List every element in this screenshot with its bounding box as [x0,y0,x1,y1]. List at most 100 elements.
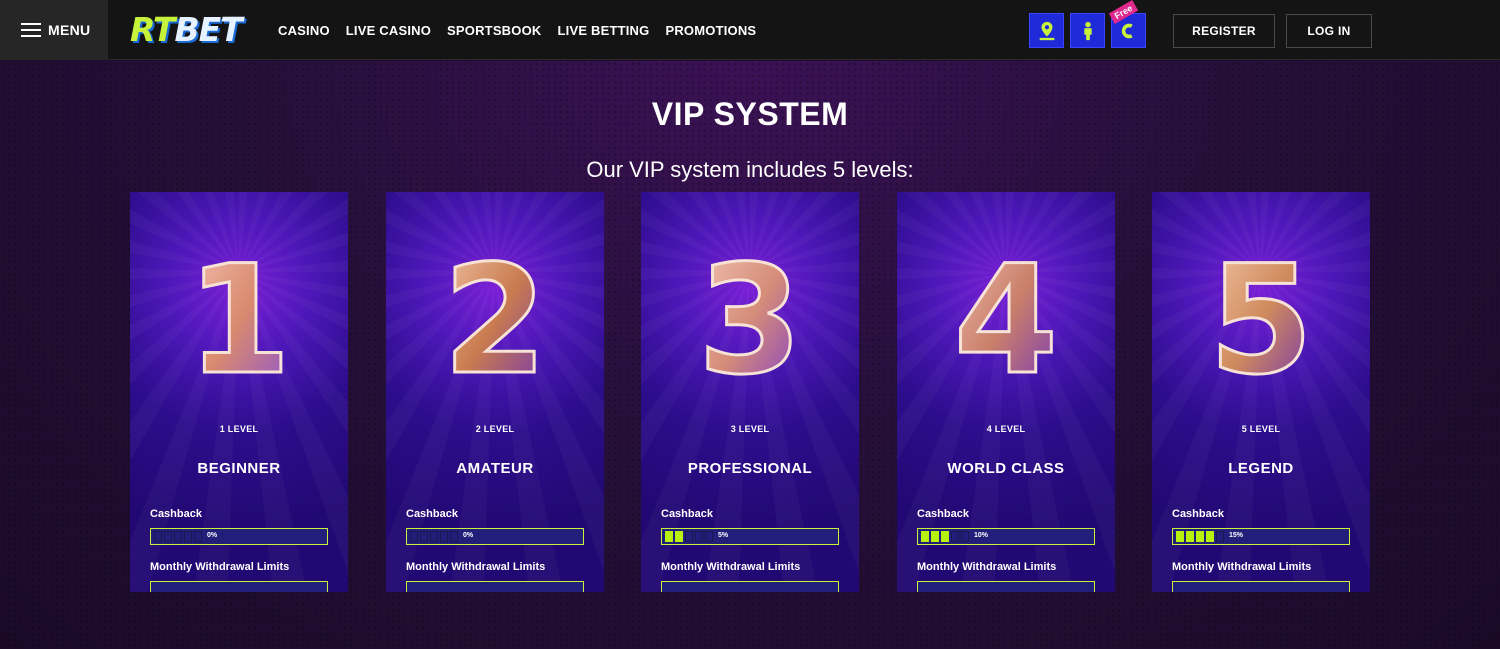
cashback-label: Cashback [917,508,969,520]
progress-segment [184,531,192,542]
progress-segment [665,531,673,542]
progress-segment [1206,531,1214,542]
menu-label: MENU [48,22,91,38]
vip-level-card: 1 1 LEVEL BEGINNER Cashback 0% Monthly Withdr… [130,192,348,592]
nav-live-casino[interactable]: LIVE CASINO [346,23,431,38]
withdrawal-label: Monthly Withdrawal Limits [661,561,801,573]
progress-segment [1216,531,1224,542]
cashback-value: 10% [974,532,989,539]
balloon-number-icon: 1 [185,244,292,394]
page-subtitle: Our VIP system includes 5 levels: [586,157,914,182]
level-name: BEGINNER [197,460,281,477]
person-icon [1083,21,1092,40]
level-name: LEGEND [1228,460,1294,477]
progress-segment [154,531,162,542]
level-number: 2 [443,244,547,394]
map-pin-icon [1039,21,1054,40]
progress-segment [164,531,172,542]
header: MENU RTBET CASINO LIVE CASINO SPORTSBOOK… [0,0,1500,60]
progress-segment [941,531,949,542]
withdrawal-label: Monthly Withdrawal Limits [406,561,546,573]
level-label: 3 LEVEL [730,424,770,434]
progress-segment [961,531,969,542]
cashback-value: 15% [1229,532,1244,539]
progress-segment [430,531,438,542]
withdrawal-bar [917,581,1095,592]
level-number-art: 5 [1152,244,1370,394]
location-button[interactable] [1029,13,1064,48]
balloon-number-icon: 4 [952,244,1059,394]
level-label: 2 LEVEL [475,424,515,434]
withdrawal-bar [1172,581,1350,592]
level-number: 3 [698,244,802,394]
menu-button[interactable]: MENU [0,0,108,60]
coin-icon [1121,23,1133,38]
level-label: 4 LEVEL [986,424,1026,434]
level-number-art: 3 [641,244,859,394]
hamburger-icon [21,22,41,38]
progress-segment [685,531,693,542]
progress-segment [450,531,458,542]
balloon-number-icon: 5 [1207,244,1314,394]
login-button[interactable]: LOG IN [1286,14,1372,48]
balloon-number-icon: 2 [441,244,548,394]
progress-segment [1186,531,1194,542]
nav-sportsbook[interactable]: SPORTSBOOK [447,23,541,38]
nav-casino[interactable]: CASINO [278,23,330,38]
level-name: AMATEUR [456,460,534,477]
level-name: WORLD CLASS [947,460,1065,477]
cashback-bar: 0% [150,528,328,545]
cashback-label: Cashback [150,508,202,520]
progress-segment [1176,531,1184,542]
balloon-number-icon: 3 [696,244,803,394]
cashback-bar: 5% [661,528,839,545]
site-logo[interactable]: RTBET [130,10,243,50]
page-title: VIP SYSTEM [651,96,849,132]
withdrawal-bar [150,581,328,592]
progress-segment [410,531,418,542]
level-name: PROFESSIONAL [687,460,813,477]
progress-segment [420,531,428,542]
register-button[interactable]: REGISTER [1173,14,1275,48]
level-label: 1 LEVEL [219,424,259,434]
withdrawal-label: Monthly Withdrawal Limits [150,561,290,573]
cashback-label: Cashback [661,508,713,520]
level-number: 4 [954,244,1058,394]
cashback-label: Cashback [1172,508,1224,520]
cashback-value: 0% [463,532,474,539]
withdrawal-bar [406,581,584,592]
progress-segment [951,531,959,542]
progress-segment [695,531,703,542]
cashback-bar: 10% [917,528,1095,545]
level-number-art: 4 [897,244,1115,394]
progress-segment [174,531,182,542]
cashback-label: Cashback [406,508,458,520]
logo-rt: RT [130,10,175,49]
progress-segment [675,531,683,542]
level-number: 5 [1209,244,1313,394]
progress-segment [931,531,939,542]
main-nav: CASINO LIVE CASINO SPORTSBOOK LIVE BETTI… [278,0,772,60]
level-number: 1 [187,244,291,394]
progress-segment [705,531,713,542]
vip-level-card: 3 3 LEVEL PROFESSIONAL Cashback 5% Monthly Wi… [641,192,859,592]
cashback-value: 5% [718,532,729,539]
cashback-bar: 0% [406,528,584,545]
nav-promotions[interactable]: PROMOTIONS [665,23,756,38]
withdrawal-bar [661,581,839,592]
withdrawal-label: Monthly Withdrawal Limits [1172,561,1312,573]
cashback-bar: 15% [1172,528,1350,545]
vip-level-card: 4 4 LEVEL WORLD CLASS Cashback 10% Monthly Wi… [897,192,1115,592]
cashback-value: 0% [207,532,218,539]
vip-level-card: 5 5 LEVEL LEGEND Cashback 15% Monthly Withdra… [1152,192,1370,592]
nav-live-betting[interactable]: LIVE BETTING [558,23,650,38]
level-number-art: 1 [130,244,348,394]
support-button[interactable] [1070,13,1105,48]
progress-segment [1196,531,1204,542]
progress-segment [921,531,929,542]
logo-bet: BET [174,10,242,49]
withdrawal-label: Monthly Withdrawal Limits [917,561,1057,573]
level-number-art: 2 [386,244,604,394]
progress-segment [194,531,202,542]
vip-level-card: 2 2 LEVEL AMATEUR Cashback 0% Monthly Withdra… [386,192,604,592]
